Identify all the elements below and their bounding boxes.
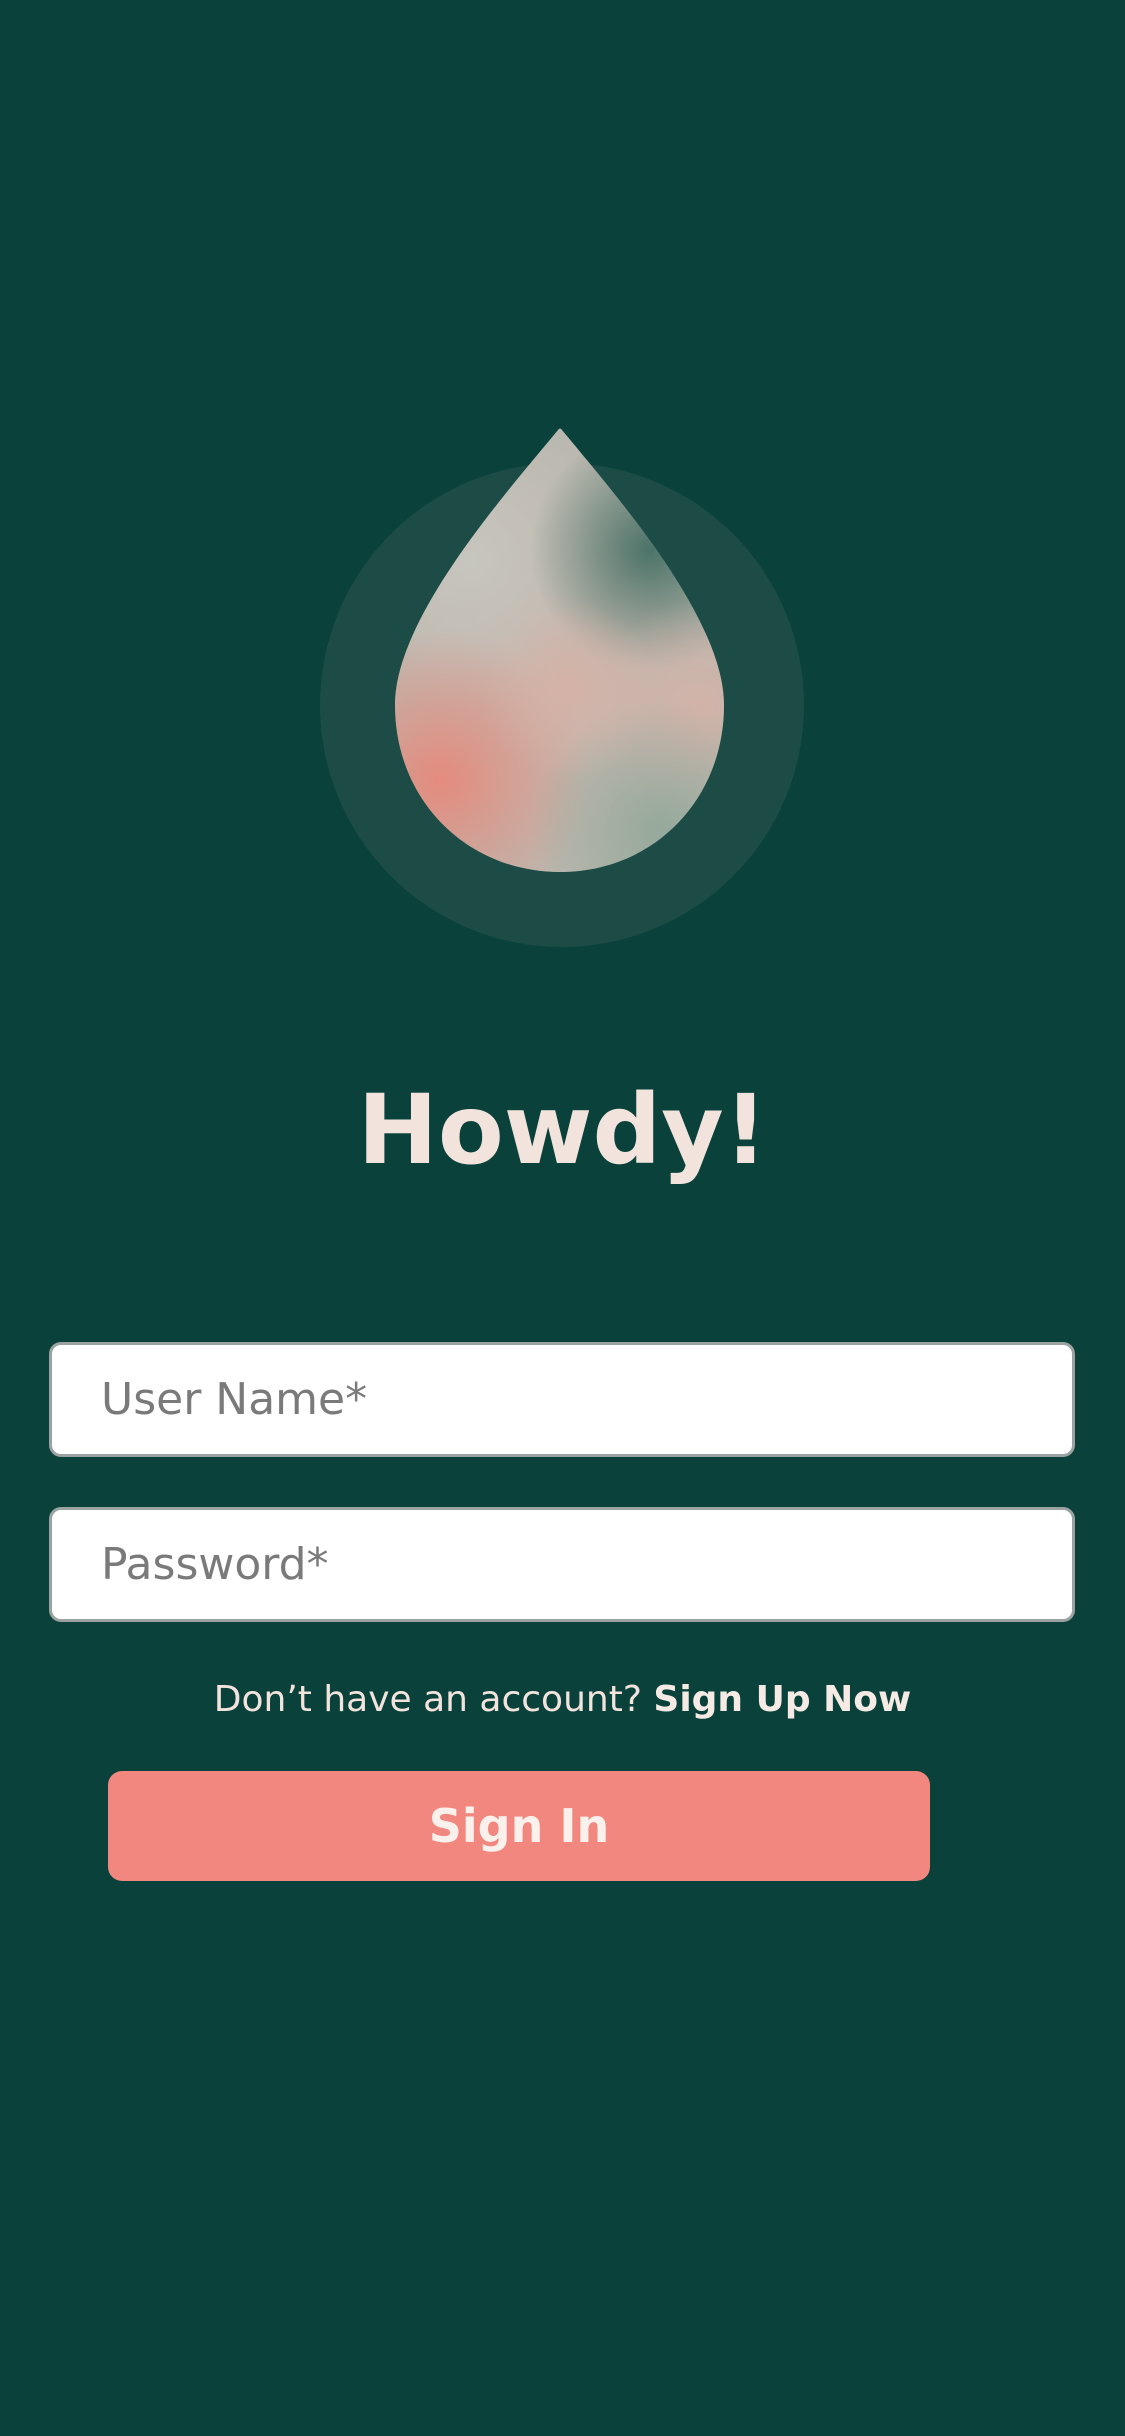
page-title: Howdy! <box>357 1074 768 1186</box>
signup-prompt-row: Don’t have an account? Sign Up Now <box>0 1670 1125 1730</box>
sign-in-button[interactable]: Sign In <box>108 1771 930 1881</box>
password-input[interactable] <box>49 1507 1075 1622</box>
sign-up-link[interactable]: Sign Up Now <box>653 1679 911 1720</box>
signup-prompt-text: Don’t have an account? <box>213 1679 654 1720</box>
app-logo <box>0 0 1125 960</box>
water-drop-icon <box>320 428 804 947</box>
username-input[interactable] <box>49 1342 1075 1457</box>
